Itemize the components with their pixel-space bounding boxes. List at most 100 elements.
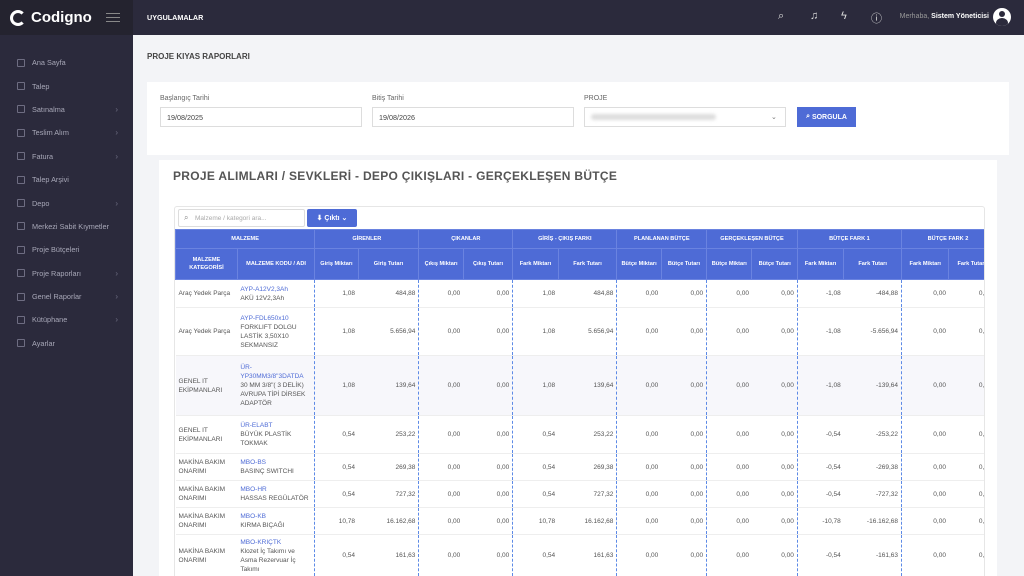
sidebar-item[interactable]: Fatura ›	[0, 145, 133, 168]
value-cell: -0,54	[796, 453, 844, 481]
value-cell: -139,64	[843, 355, 902, 416]
end-date-input[interactable]: 19/08/2026	[372, 107, 574, 127]
column-header[interactable]: Çıkış Tutarı	[462, 248, 514, 280]
query-button[interactable]: ⌕ SORGULA	[797, 107, 856, 127]
sidebar-item-label: Talep	[32, 81, 50, 91]
chevron-right-icon: ›	[115, 128, 118, 138]
table-row[interactable]: MAKİNA BAKIM ONARIMI MBO-KB KIRMA BIÇAĞI 10…	[175, 507, 984, 535]
sidebar-item[interactable]: Talep Arşivi	[0, 168, 133, 191]
column-header[interactable]: Bütçe Miktarı	[616, 248, 662, 280]
value-cell: -1,08	[796, 355, 844, 416]
column-header[interactable]: Bütçe Miktarı	[706, 248, 753, 280]
value-cell: -727,32	[843, 480, 902, 508]
value-cell: 0,00	[706, 507, 752, 535]
sidebar-item[interactable]: Depo ›	[0, 191, 133, 214]
start-date-input[interactable]: 19/08/2025	[160, 107, 362, 127]
column-header[interactable]: Fark Tutarı	[948, 248, 984, 280]
search-input[interactable]: ⌕ Malzeme / kategori ara...	[178, 209, 305, 227]
material-name: BASINÇ SWITCHI	[240, 468, 294, 475]
table-row[interactable]: Araç Yedek Parça AYP-A12V2,3Ah AKÜ 12V2,3A…	[175, 279, 984, 308]
value-cell: 16.162,68	[558, 507, 617, 535]
value-cell: 0,00	[948, 534, 984, 576]
column-header[interactable]: Giriş Miktarı	[314, 248, 359, 280]
sidebar-item[interactable]: Talep	[0, 74, 133, 97]
sidebar-item[interactable]: Proje Bütçeleri	[0, 238, 133, 261]
value-cell: 0,00	[616, 480, 662, 508]
column-header[interactable]: MALZEME KATEGORİSİ	[175, 248, 238, 280]
material-name: AKÜ 12V2,3Ah	[240, 294, 285, 302]
column-header[interactable]: Fark Tutarı	[557, 248, 618, 280]
value-cell: 0,00	[418, 415, 464, 454]
value-cell: 0,00	[616, 453, 662, 481]
avatar[interactable]	[993, 8, 1011, 26]
column-header[interactable]: Çıkış Miktarı	[418, 248, 464, 280]
value-cell: 0,00	[706, 453, 752, 481]
table-row[interactable]: MAKİNA BAKIM ONARIMI MBO-BS BASINÇ SWITCHI…	[175, 453, 984, 481]
column-header[interactable]: Fark Miktarı	[901, 248, 950, 280]
group-header: BÜTÇE FARK 1	[796, 229, 903, 249]
value-cell: 0,00	[948, 507, 984, 535]
column-header[interactable]: Bütçe Tutarı	[660, 248, 708, 280]
sidebar-item[interactable]: Satınalma ›	[0, 98, 133, 121]
user-greeting: Merhaba, Sistem Yöneticisi	[899, 13, 989, 20]
sidebar-item[interactable]: Merkezi Sabit Kıymetler	[0, 215, 133, 238]
material-code-link[interactable]: AYP-A12V2,3Ah	[240, 285, 311, 294]
apps-menu[interactable]: UYGULAMALAR	[147, 13, 203, 22]
sidebar-item[interactable]: Ana Sayfa	[0, 51, 133, 74]
column-header[interactable]: Giriş Tutarı	[357, 248, 420, 280]
value-cell: -0,54	[796, 415, 844, 454]
search-icon[interactable]: ⌕	[778, 10, 784, 23]
menu-toggle-icon[interactable]	[106, 13, 120, 22]
value-cell: 0,00	[948, 415, 984, 454]
value-cell: 0,54	[512, 415, 559, 454]
column-header[interactable]: Fark Miktarı	[512, 248, 559, 280]
sidebar-item[interactable]: Genel Raporlar ›	[0, 285, 133, 308]
material-code-link[interactable]: AYP-FDL650x10	[240, 314, 311, 323]
project-select[interactable]: ⌄	[584, 107, 786, 127]
sidebar-item-label: Proje Bütçeleri	[32, 245, 80, 255]
sidebar-item[interactable]: Ayarlar	[0, 332, 133, 355]
help-icon[interactable]: ⓘ	[871, 10, 882, 26]
value-cell: 0,00	[616, 355, 662, 416]
sidebar-item[interactable]: Teslim Alım ›	[0, 121, 133, 144]
value-cell: 0,00	[751, 279, 798, 308]
material-code-link[interactable]: ÜR-YP30MM3/8"3DATDA	[240, 363, 311, 381]
column-header[interactable]: MALZEME KODU / ADI	[236, 248, 316, 280]
group-header: PLANLANAN BÜTÇE	[616, 229, 708, 249]
chevron-right-icon: ›	[115, 104, 118, 114]
table-row[interactable]: MAKİNA BAKIM ONARIMI MBO-KRIÇTK Klozet İç …	[175, 534, 984, 576]
material-code-link[interactable]: MBO-HR	[240, 485, 311, 494]
lightning-icon[interactable]: ϟ	[841, 10, 847, 22]
sidebar-item[interactable]: Kütüphane ›	[0, 308, 133, 331]
material-name: KIRMA BIÇAĞI	[240, 522, 285, 529]
bell-icon[interactable]: ♫	[810, 10, 818, 22]
material-code-link[interactable]: MBO-KB	[240, 512, 311, 521]
table-row[interactable]: GENEL IT EKİPMANLARI ÜR-YP30MM3/8"3DATDA 3…	[175, 355, 984, 416]
table-row[interactable]: Araç Yedek Parça AYP-FDL650x10 FORKLIFT DO…	[175, 307, 984, 356]
column-header[interactable]: Fark Tutarı	[843, 248, 903, 280]
value-cell: 0,00	[901, 534, 949, 576]
value-cell: 0,00	[901, 415, 949, 454]
value-cell: 0,00	[751, 355, 798, 416]
value-cell: 0,00	[661, 507, 707, 535]
start-date-label: Başlangıç Tarihi	[160, 95, 210, 102]
table-row[interactable]: MAKİNA BAKIM ONARIMI MBO-HR HASSAS REGÜLAT…	[175, 480, 984, 508]
material-code-link[interactable]: ÜR-ELABT	[240, 421, 311, 430]
column-header[interactable]: Fark Miktarı	[796, 248, 845, 280]
export-button[interactable]: ⬇ Çıktı ⌄	[307, 209, 357, 227]
category-cell: MAKİNA BAKIM ONARIMI	[175, 534, 238, 576]
material-name: Klozet İç Takımı ve Asma Rezervuar İç Ta…	[240, 547, 296, 573]
menu-icon	[17, 292, 25, 301]
topbar: UYGULAMALAR ⌕ ♫ ϟ ⓘ Merhaba, Sistem Yöne…	[133, 0, 1024, 35]
value-cell: 0,00	[706, 307, 752, 356]
column-header[interactable]: Bütçe Tutarı	[751, 248, 798, 280]
material-cell: ÜR-ELABT BÜYÜK PLASTİK TOKMAK	[237, 415, 315, 454]
value-cell: 0,00	[463, 279, 513, 308]
material-code-link[interactable]: MBO-KRIÇTK	[240, 538, 311, 547]
value-cell: 5.656,94	[358, 307, 419, 356]
sidebar-item[interactable]: Proje Raporları ›	[0, 262, 133, 285]
user-name: Sistem Yöneticisi	[931, 13, 989, 20]
material-code-link[interactable]: MBO-BS	[240, 458, 311, 467]
sidebar-item-label: Kütüphane	[32, 315, 68, 325]
table-row[interactable]: GENEL IT EKİPMANLARI ÜR-ELABT BÜYÜK PLASTİ…	[175, 415, 984, 454]
